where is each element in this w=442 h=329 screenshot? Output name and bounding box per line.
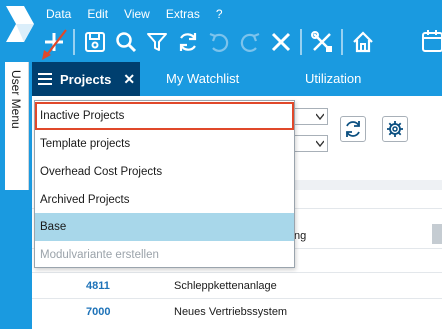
toolbar-separator	[341, 29, 343, 55]
menu-view[interactable]: View	[116, 4, 158, 24]
projects-view-menu: Inactive Projects Template projects Over…	[34, 100, 295, 268]
tab-projects-label: Projects	[60, 71, 112, 87]
filter-select-1[interactable]	[294, 108, 328, 125]
save-icon[interactable]	[79, 26, 110, 58]
menu-help[interactable]: ?	[208, 4, 231, 24]
filter-select-2[interactable]	[294, 135, 328, 152]
left-side-strip: User Menu	[0, 62, 32, 329]
menu-bar: Data Edit View Extras ?	[38, 4, 231, 24]
app-logo-icon	[2, 2, 38, 60]
toolbar	[38, 25, 378, 59]
toolbar-separator	[73, 29, 75, 55]
table-row[interactable]: 7000 Neues Vertriebssystem	[32, 302, 442, 326]
project-id-link[interactable]: 4811	[86, 280, 110, 292]
project-name: Schleppkettenanlage	[174, 280, 277, 292]
undo-icon[interactable]	[203, 26, 234, 58]
tab-bar: Projects ✕ My Watchlist Utilization	[32, 62, 442, 96]
gear-icon	[387, 121, 403, 137]
menu-item-base[interactable]: Base	[35, 213, 294, 241]
tab-projects[interactable]: Projects ✕	[32, 62, 140, 96]
row-divider	[32, 272, 442, 273]
menu-edit[interactable]: Edit	[79, 4, 116, 24]
settings-button[interactable]	[382, 116, 408, 142]
menu-item-template-projects[interactable]: Template projects	[35, 130, 294, 158]
calendar-icon[interactable]	[420, 27, 442, 55]
tab-utilization[interactable]: Utilization	[305, 62, 361, 96]
menu-item-modulvariante-erstellen: Modulvariante erstellen	[40, 249, 159, 261]
user-menu-tab[interactable]: User Menu	[5, 62, 29, 190]
close-tab-icon[interactable]: ✕	[123, 72, 135, 86]
annotation-arrow-icon	[38, 26, 72, 62]
menu-item-overhead-cost-projects[interactable]: Overhead Cost Projects	[35, 158, 294, 186]
reload-icon	[346, 121, 360, 137]
menu-extras[interactable]: Extras	[158, 4, 208, 24]
refresh-icon[interactable]	[172, 26, 203, 58]
toolbar-separator	[300, 29, 302, 55]
project-name: Neues Vertriebssystem	[174, 306, 288, 318]
scrollbar-thumb[interactable]	[432, 224, 442, 244]
menu-item-archived-projects[interactable]: Archived Projects	[35, 186, 294, 214]
tools-icon[interactable]	[306, 26, 337, 58]
delete-icon[interactable]	[265, 26, 296, 58]
redo-icon[interactable]	[234, 26, 265, 58]
reload-button[interactable]	[340, 116, 366, 142]
search-icon[interactable]	[110, 26, 141, 58]
user-menu-label: User Menu	[9, 70, 23, 129]
column-header-partial: ng	[294, 230, 307, 242]
filter-icon[interactable]	[141, 26, 172, 58]
table-row[interactable]: 4811 Schleppkettenanlage	[32, 276, 442, 300]
project-id-link[interactable]: 7000	[86, 306, 110, 318]
menu-item-inactive-projects[interactable]: Inactive Projects	[35, 102, 294, 130]
home-icon[interactable]	[347, 26, 378, 58]
row-divider	[32, 298, 442, 299]
menu-data[interactable]: Data	[38, 4, 79, 24]
hamburger-menu-icon[interactable]	[34, 62, 56, 96]
tab-my-watchlist[interactable]: My Watchlist	[166, 62, 239, 96]
